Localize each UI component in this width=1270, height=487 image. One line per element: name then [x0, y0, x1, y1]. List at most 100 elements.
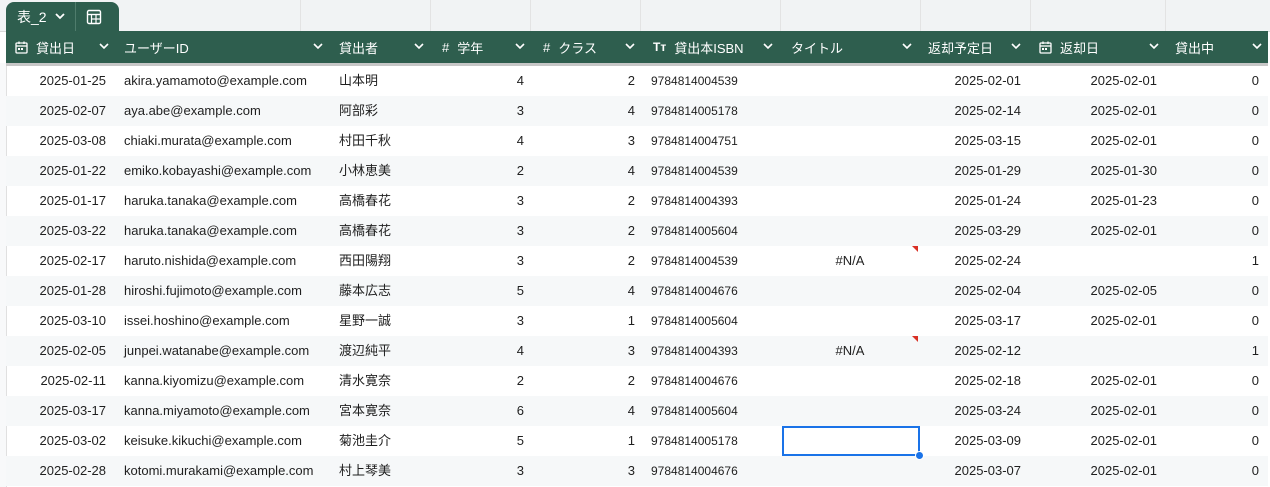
- cell-lend-date[interactable]: 2025-02-28: [6, 456, 107, 486]
- table-row[interactable]: 2025-03-17 kanna.miyamoto@example.com 宮本寛奈…: [6, 396, 1268, 426]
- cell-return-date[interactable]: 2025-02-01: [1027, 216, 1158, 246]
- cell-return-date[interactable]: 2025-02-01: [1027, 306, 1158, 336]
- header-isbn[interactable]: Tт 貸出本ISBN: [641, 31, 779, 63]
- cell-due-date[interactable]: 2025-01-29: [918, 156, 1022, 186]
- cell-title[interactable]: [782, 156, 918, 186]
- cell-on-loan[interactable]: 0: [1165, 396, 1259, 426]
- fill-handle[interactable]: [915, 451, 924, 460]
- cell-isbn[interactable]: 9784814005604: [651, 396, 776, 426]
- cell-grade[interactable]: 4: [430, 66, 524, 96]
- cell-due-date[interactable]: 2025-02-18: [918, 366, 1022, 396]
- table-row[interactable]: 2025-03-08 chiaki.murata@example.com 村田千秋 4…: [6, 126, 1268, 156]
- cell-on-loan[interactable]: 0: [1165, 126, 1259, 156]
- header-title[interactable]: タイトル: [779, 31, 918, 63]
- cell-return-date[interactable]: 2025-02-01: [1027, 66, 1158, 96]
- cell-user-id[interactable]: aya.abe@example.com: [124, 96, 324, 126]
- cell-lend-date[interactable]: 2025-02-17: [6, 246, 107, 276]
- cell-isbn[interactable]: 9784814005604: [651, 306, 776, 336]
- cell-isbn[interactable]: 9784814005604: [651, 216, 776, 246]
- cell-due-date[interactable]: 2025-03-09: [918, 426, 1022, 456]
- cell-borrower[interactable]: 山本明: [339, 66, 429, 96]
- cell-title[interactable]: [782, 126, 918, 156]
- cell-isbn[interactable]: 9784814004393: [651, 186, 776, 216]
- cell-return-date[interactable]: [1027, 246, 1157, 276]
- cell-lend-date[interactable]: 2025-03-02: [6, 426, 107, 456]
- cell-user-id[interactable]: kanna.kiyomizu@example.com: [124, 366, 324, 396]
- cell-due-date[interactable]: 2025-02-01: [918, 66, 1022, 96]
- cell-isbn[interactable]: 9784814004393: [651, 336, 776, 366]
- cell-borrower[interactable]: 渡辺純平: [339, 336, 429, 366]
- cell-return-date[interactable]: 2025-02-01: [1027, 396, 1158, 426]
- cell-class[interactable]: 4: [531, 96, 635, 126]
- cell-isbn[interactable]: 9784814004539: [651, 66, 776, 96]
- cell-grade[interactable]: 3: [430, 456, 524, 486]
- cell-lend-date[interactable]: 2025-03-22: [6, 216, 107, 246]
- header-return-date[interactable]: 返却日: [1027, 31, 1165, 63]
- table-row[interactable]: 2025-01-25 akira.yamamoto@example.com 山本明 4…: [6, 66, 1268, 96]
- cell-due-date[interactable]: 2025-03-07: [918, 456, 1022, 486]
- table-view-icon[interactable]: [86, 9, 102, 25]
- cell-return-date[interactable]: [1027, 336, 1157, 366]
- cell-on-loan[interactable]: 0: [1165, 156, 1259, 186]
- cell-class[interactable]: 2: [531, 66, 635, 96]
- table-row[interactable]: 2025-03-22 haruka.tanaka@example.com 高橋春花 3…: [6, 216, 1268, 246]
- cell-due-date[interactable]: 2025-02-14: [918, 96, 1022, 126]
- cell-grade[interactable]: 5: [430, 276, 524, 306]
- cell-due-date[interactable]: 2025-02-12: [918, 336, 1022, 366]
- table-name[interactable]: 表_2: [17, 7, 47, 27]
- cell-borrower[interactable]: 高橋春花: [339, 216, 429, 246]
- cell-borrower[interactable]: 阿部彩: [339, 96, 429, 126]
- cell-lend-date[interactable]: 2025-01-28: [6, 276, 107, 306]
- cell-user-id[interactable]: haruto.nishida@example.com: [124, 246, 324, 276]
- cell-class[interactable]: 3: [531, 336, 635, 366]
- selected-cell[interactable]: [782, 426, 920, 456]
- cell-class[interactable]: 2: [531, 216, 635, 246]
- header-class[interactable]: # クラス: [531, 31, 641, 63]
- cell-user-id[interactable]: haruka.tanaka@example.com: [124, 186, 324, 216]
- chevron-down-icon[interactable]: [414, 41, 424, 51]
- cell-isbn[interactable]: 9784814005178: [651, 96, 776, 126]
- chevron-down-icon[interactable]: [625, 41, 635, 51]
- cell-grade[interactable]: 3: [430, 216, 524, 246]
- cell-class[interactable]: 4: [531, 156, 635, 186]
- cell-lend-date[interactable]: 2025-03-08: [6, 126, 107, 156]
- cell-class[interactable]: 1: [531, 306, 635, 336]
- cell-return-date[interactable]: 2025-02-01: [1027, 366, 1158, 396]
- chevron-down-icon[interactable]: [515, 41, 525, 51]
- cell-grade[interactable]: 3: [430, 186, 524, 216]
- cell-borrower[interactable]: 菊池圭介: [339, 426, 429, 456]
- cell-isbn[interactable]: 9784814004676: [651, 276, 776, 306]
- cell-lend-date[interactable]: 2025-03-10: [6, 306, 107, 336]
- cell-isbn[interactable]: 9784814004676: [651, 366, 776, 396]
- header-grade[interactable]: # 学年: [430, 31, 531, 63]
- cell-return-date[interactable]: 2025-02-01: [1027, 96, 1158, 126]
- cell-user-id[interactable]: chiaki.murata@example.com: [124, 126, 324, 156]
- cell-title[interactable]: [782, 216, 918, 246]
- cell-on-loan[interactable]: 0: [1165, 96, 1259, 126]
- cell-return-date[interactable]: 2025-02-01: [1027, 456, 1158, 486]
- table-row[interactable]: 2025-03-10 issei.hoshino@example.com 星野一誠 3…: [6, 306, 1268, 336]
- cell-on-loan[interactable]: 0: [1165, 276, 1259, 306]
- cell-class[interactable]: 4: [531, 396, 635, 426]
- cell-title[interactable]: #N/A: [782, 336, 918, 366]
- cell-borrower[interactable]: 小林恵美: [339, 156, 429, 186]
- cell-user-id[interactable]: kanna.miyamoto@example.com: [124, 396, 324, 426]
- cell-grade[interactable]: 3: [430, 246, 524, 276]
- cell-grade[interactable]: 5: [430, 426, 524, 456]
- cell-return-date[interactable]: 2025-01-30: [1027, 156, 1158, 186]
- cell-grade[interactable]: 4: [430, 336, 524, 366]
- table-row[interactable]: 2025-01-22 emiko.kobayashi@example.com 小林恵…: [6, 156, 1268, 186]
- cell-lend-date[interactable]: 2025-01-22: [6, 156, 107, 186]
- cell-lend-date[interactable]: 2025-03-17: [6, 396, 107, 426]
- cell-user-id[interactable]: haruka.tanaka@example.com: [124, 216, 324, 246]
- cell-borrower[interactable]: 西田陽翔: [339, 246, 429, 276]
- table-row[interactable]: 2025-02-05 junpei.watanabe@example.com 渡辺純…: [6, 336, 1268, 366]
- cell-user-id[interactable]: issei.hoshino@example.com: [124, 306, 324, 336]
- cell-title[interactable]: [782, 306, 918, 336]
- cell-isbn[interactable]: 9784814005178: [651, 426, 776, 456]
- cell-due-date[interactable]: 2025-03-17: [918, 306, 1022, 336]
- cell-user-id[interactable]: emiko.kobayashi@example.com: [124, 156, 324, 186]
- cell-due-date[interactable]: 2025-03-15: [918, 126, 1022, 156]
- cell-return-date[interactable]: 2025-01-23: [1027, 186, 1158, 216]
- cell-due-date[interactable]: 2025-02-24: [918, 246, 1022, 276]
